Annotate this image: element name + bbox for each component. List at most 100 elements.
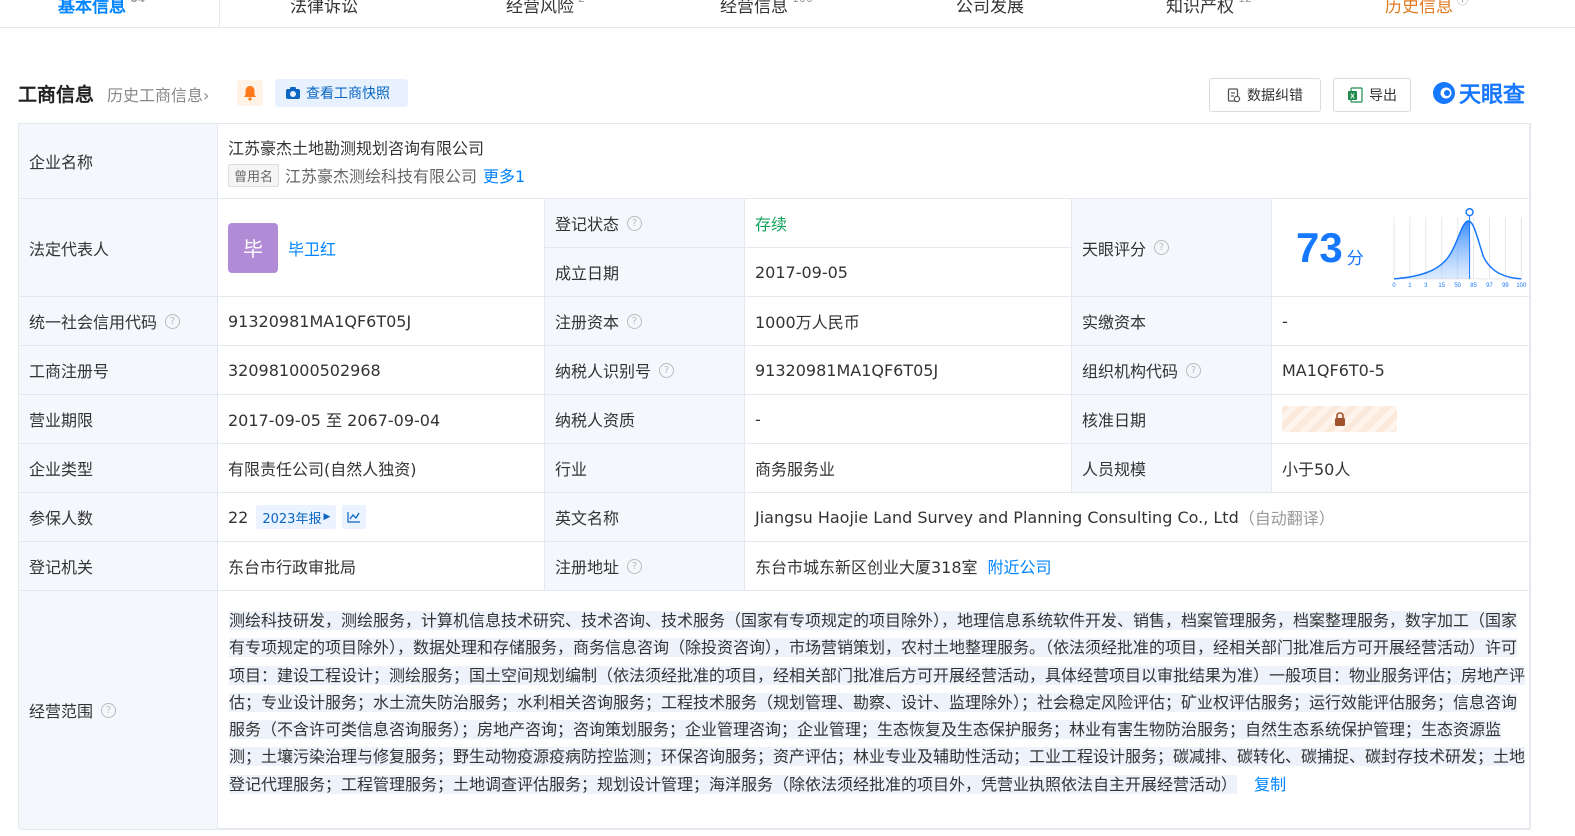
data-correct-label: 数据纠错 [1247, 88, 1303, 104]
help-icon[interactable]: ? [1154, 240, 1170, 255]
company-name-label: 企业名称 [19, 124, 218, 199]
company-type-value: 有限责任公司(自然人独资) [218, 444, 545, 493]
used-name: 江苏豪杰测绘科技有限公司 [285, 167, 478, 186]
locked-value[interactable] [1282, 406, 1397, 432]
help-icon[interactable]: ? [1186, 362, 1202, 378]
label-text: 统一社会信用代码 [29, 313, 158, 332]
tab-history[interactable]: 历史信息 ⓘ [1385, 0, 1468, 28]
tab-label: 经营信息 [720, 0, 788, 17]
tab-count: 2 [578, 0, 585, 5]
history-link[interactable]: 历史工商信息› [107, 82, 209, 106]
export-label: 导出 [1369, 88, 1397, 104]
tab-label: 历史信息 [1385, 0, 1453, 17]
trend-chart-button[interactable] [342, 505, 367, 529]
bell-button[interactable] [237, 80, 263, 106]
tab-operation[interactable]: 经营信息 100 [720, 0, 813, 28]
score-cell[interactable]: 73 分 0 1 3 15 50 85 97 99 100 [1272, 199, 1530, 297]
label-text: 核准日期 [1082, 411, 1147, 430]
label-text: 登记状态 [555, 215, 620, 234]
chevron-right-icon: › [203, 86, 210, 105]
score-tick-label: 15 [1438, 282, 1445, 288]
copy-button[interactable]: 复制 [1254, 775, 1286, 794]
paid-capital-label: 实缴资本 [1072, 297, 1272, 346]
label-text: 注册资本 [555, 313, 620, 332]
capital-value: 1000万人民币 [745, 297, 1072, 346]
section-title: 工商信息 [18, 84, 95, 106]
annual-report-label: 2023年报 [262, 511, 322, 527]
annual-report-button[interactable]: 2023年报 ▶ [256, 505, 337, 529]
score-tick-label: 97 [1486, 282, 1493, 288]
help-icon[interactable]: ? [627, 215, 643, 231]
business-info-table: 企业名称 江苏豪杰土地勘测规划咨询有限公司 曾用名 江苏豪杰测绘科技有限公司 更… [18, 123, 1531, 830]
label-text: 实缴资本 [1082, 313, 1147, 332]
legal-rep-cell: 毕 毕卫红 [218, 199, 545, 297]
edit-doc-icon [1227, 87, 1241, 102]
label-text: 组织机构代码 [1082, 362, 1179, 381]
english-name-cell: Jiangsu Haojie Land Survey and Planning … [745, 493, 1530, 542]
score-label: 天眼评分? [1072, 199, 1272, 297]
label-text: 参保人数 [29, 509, 94, 528]
company-name: 江苏豪杰土地勘测规划咨询有限公司 [228, 139, 485, 158]
data-correct-button[interactable]: 数据纠错 [1209, 78, 1321, 112]
company-name-cell: 江苏豪杰土地勘测规划咨询有限公司 曾用名 江苏豪杰测绘科技有限公司 更多1 [218, 124, 1530, 199]
tab-development[interactable]: 公司发展 [956, 0, 1024, 28]
help-icon: ⓘ [1457, 0, 1468, 7]
export-button[interactable]: X 导出 [1333, 78, 1411, 112]
score-marker-dot [1465, 207, 1474, 216]
tab-legal[interactable]: 法律诉讼 [290, 0, 358, 28]
term-value: 2017-09-05 至 2067-09-04 [218, 395, 545, 444]
credit-code-value: 91320981MA1QF6T05J [218, 297, 545, 346]
label-text: 企业类型 [29, 460, 94, 479]
industry-value: 商务服务业 [745, 444, 1072, 493]
tab-label: 基本信息 [58, 0, 126, 17]
snapshot-label: 查看工商快照 [306, 86, 390, 102]
score-unit: 分 [1346, 249, 1364, 269]
score-distribution-chart: 0 1 3 15 50 85 97 99 100 [1392, 207, 1527, 288]
help-icon[interactable]: ? [627, 313, 643, 329]
trend-chart-icon [347, 512, 361, 523]
insured-value: 22 [228, 507, 249, 527]
tab-risk[interactable]: 经营风险 2 [506, 0, 585, 28]
caret-right-icon: ▶ [323, 512, 331, 522]
help-icon[interactable]: ? [165, 313, 181, 329]
founded-label: 成立日期 [545, 248, 745, 297]
excel-icon: X [1348, 87, 1363, 103]
insured-label: 参保人数 [19, 493, 218, 542]
staff-size-value: 小于50人 [1272, 444, 1530, 493]
more-used-names-link[interactable]: 更多1 [483, 163, 525, 187]
tab-basic-info[interactable]: 基本信息 64 [58, 0, 145, 28]
logo-text: 天眼查 [1459, 83, 1526, 108]
tax-qual-label: 纳税人资质 [545, 395, 745, 444]
nearby-companies-link[interactable]: 附近公司 [988, 554, 1052, 578]
authority-value: 东台市行政审批局 [218, 542, 545, 591]
score-tick-label: 3 [1424, 282, 1428, 288]
label-text: 行业 [555, 460, 588, 479]
snapshot-button[interactable]: 查看工商快照 [275, 79, 408, 107]
address-cell: 东台市城东新区创业大厦318室 附近公司 [745, 542, 1530, 591]
paid-capital-value: - [1272, 297, 1530, 346]
industry-label: 行业 [545, 444, 745, 493]
english-name: Jiangsu Haojie Land Survey and Planning … [755, 507, 1239, 527]
help-icon[interactable]: ? [101, 702, 117, 718]
tianyancha-logo: 天眼查 [1431, 77, 1525, 109]
used-name-row: 曾用名 江苏豪杰测绘科技有限公司 更多1 [228, 163, 525, 187]
score-tick-label: 99 [1502, 282, 1509, 288]
tab-ip[interactable]: 知识产权 12 [1166, 0, 1252, 28]
tab-count: 100 [792, 0, 813, 5]
label-text: 工商注册号 [29, 362, 110, 381]
tab-divider [219, 0, 220, 28]
org-code-label: 组织机构代码? [1072, 346, 1272, 395]
status-label: 登记状态? [545, 199, 745, 248]
tab-count: 64 [130, 0, 145, 5]
used-name-tag: 曾用名 [228, 163, 280, 187]
section-tab-bar: 基本信息 64 法律诉讼 经营风险 2 经营信息 100 公司发展 知识产权 1… [0, 0, 1575, 28]
label-text: 经营范围 [29, 702, 94, 721]
help-icon[interactable]: ? [627, 558, 643, 574]
legal-rep-name[interactable]: 毕卫红 [288, 236, 336, 260]
help-icon[interactable]: ? [659, 362, 675, 378]
credit-code-label: 统一社会信用代码? [19, 297, 218, 346]
lock-icon [1334, 411, 1345, 426]
bell-icon [244, 86, 256, 101]
reg-no-value: 320981000502968 [218, 346, 545, 395]
capital-label: 注册资本? [545, 297, 745, 346]
